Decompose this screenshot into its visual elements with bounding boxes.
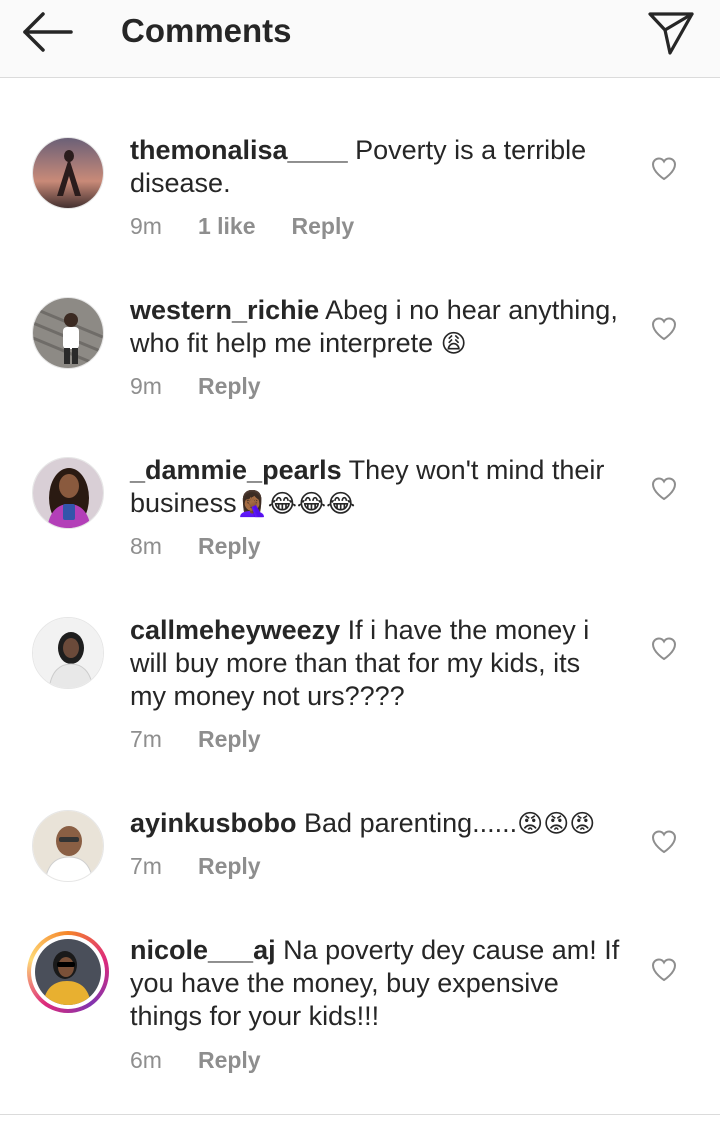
heart-icon[interactable]: [650, 956, 678, 984]
comment-meta: 8m Reply: [130, 533, 297, 560]
arrow-left-icon: [23, 12, 73, 52]
comment-time: 8m: [130, 533, 162, 559]
reply-button[interactable]: Reply: [198, 726, 261, 752]
comment-time: 7m: [130, 726, 162, 752]
comment-username[interactable]: nicole___aj: [130, 935, 276, 965]
heart-icon[interactable]: [650, 315, 678, 343]
comment-username[interactable]: ayinkusbobo: [130, 808, 297, 838]
comment-meta: 7m Reply: [130, 853, 297, 880]
heart-icon[interactable]: [650, 828, 678, 856]
comment-username[interactable]: western_richie: [130, 295, 319, 325]
comment-username[interactable]: callmeheyweezy: [130, 615, 340, 645]
story-ring: [27, 931, 109, 1013]
likes-count[interactable]: 1 like: [198, 213, 256, 239]
page-title: Comments: [121, 12, 292, 49]
facepalm-laughing-emoji: 🤦🏾‍♀️😂😂😂: [236, 489, 356, 518]
reply-button[interactable]: Reply: [198, 373, 261, 399]
avatar[interactable]: [32, 297, 104, 369]
comment-username[interactable]: _dammie_pearls: [130, 455, 342, 485]
avatar[interactable]: [32, 457, 104, 529]
bottom-divider: [0, 1114, 720, 1115]
comment-meta: 9m 1 like Reply: [130, 213, 390, 240]
reply-button[interactable]: Reply: [198, 853, 261, 879]
comment-time: 7m: [130, 853, 162, 879]
comment-time: 9m: [130, 213, 162, 239]
comment-username[interactable]: themonalisa____: [130, 135, 348, 165]
heart-icon[interactable]: [650, 635, 678, 663]
back-button[interactable]: [16, 6, 80, 58]
comment-meta: 7m Reply: [130, 726, 297, 753]
reply-button[interactable]: Reply: [198, 533, 261, 559]
comment-time: 6m: [130, 1047, 162, 1073]
comment-body: western_richie Abeg i no hear anything, …: [130, 294, 620, 360]
avatar[interactable]: [32, 137, 104, 209]
angry-face-emoji: 😡😡😡: [517, 809, 596, 838]
comment-body: callmeheyweezy If i have the money i wil…: [130, 614, 620, 713]
reply-button[interactable]: Reply: [198, 1047, 261, 1073]
heart-icon[interactable]: [650, 155, 678, 183]
comment-meta: 9m Reply: [130, 373, 297, 400]
reply-button[interactable]: Reply: [292, 213, 355, 239]
comment-body: _dammie_pearls They won't mind their bus…: [130, 454, 620, 520]
weary-face-emoji: 😩: [440, 329, 467, 358]
comment-time: 9m: [130, 373, 162, 399]
paper-plane-icon: [648, 12, 694, 55]
share-button[interactable]: [643, 4, 699, 60]
avatar[interactable]: [32, 617, 104, 689]
comment-body: ayinkusbobo Bad parenting......😡😡😡: [130, 807, 620, 840]
heart-icon[interactable]: [650, 475, 678, 503]
comment-text: Bad parenting......: [296, 808, 518, 838]
comment-meta: 6m Reply: [130, 1047, 297, 1074]
story-avatar[interactable]: [22, 926, 114, 1018]
avatar[interactable]: [32, 810, 104, 882]
top-bar: Comments: [0, 0, 720, 78]
comment-body: themonalisa____ Poverty is a terrible di…: [130, 134, 620, 200]
comment-body: nicole___aj Na poverty dey cause am! If …: [130, 934, 620, 1033]
